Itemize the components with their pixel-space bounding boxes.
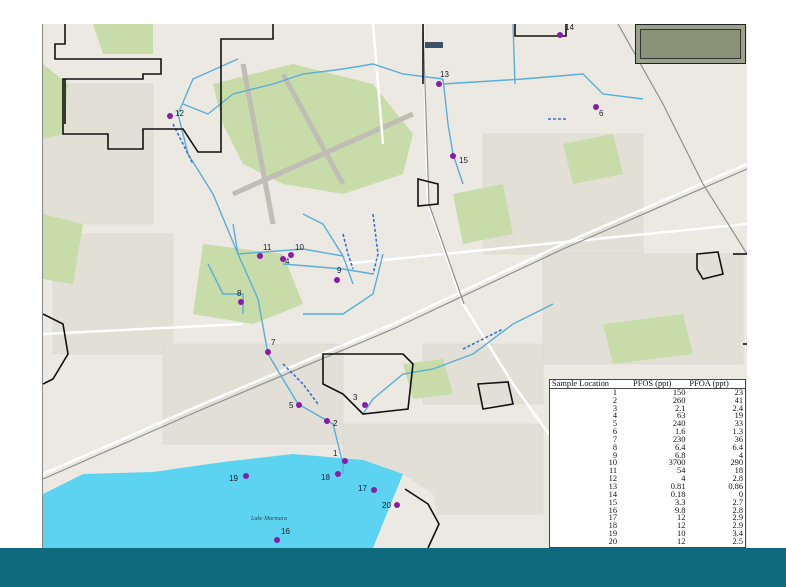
- sample-point-marker[interactable]: [243, 473, 249, 479]
- cell-sample-location: 18: [608, 521, 618, 531]
- cell-sample-location: 14: [608, 489, 618, 499]
- cell-sample-location: 19: [608, 529, 618, 539]
- cell-pfoa: 0.86: [728, 481, 743, 491]
- results-table: Sample Location PFOS (ppt) PFOA (ppt) 11…: [549, 379, 746, 548]
- locator-inset-map: [635, 24, 746, 64]
- sample-point-label: 16: [281, 527, 290, 536]
- header-sample-location: Sample Location: [550, 379, 632, 389]
- table-row: 5 240 33: [550, 420, 745, 428]
- sample-point-marker[interactable]: [324, 418, 330, 424]
- table-row: 1 150 23: [550, 387, 745, 397]
- sample-point-marker[interactable]: [257, 253, 263, 259]
- sample-point-marker[interactable]: [394, 502, 400, 508]
- table-row: 2 260 41: [550, 395, 745, 405]
- table-row: 13 0.81 0.86: [550, 481, 745, 491]
- sample-point-marker[interactable]: [362, 402, 368, 408]
- sample-point-marker[interactable]: [436, 81, 442, 87]
- results-table-header-row: Sample Location PFOS (ppt) PFOA (ppt): [550, 379, 745, 389]
- table-row: 12 4 2.8: [550, 475, 745, 483]
- cell-sample-location: 3: [612, 403, 618, 413]
- sample-point-marker[interactable]: [265, 349, 271, 355]
- cell-sample-location: 10: [608, 458, 618, 468]
- cell-pfos: 54: [677, 466, 686, 476]
- sample-point-marker[interactable]: [274, 537, 280, 543]
- sample-point-marker[interactable]: [450, 153, 456, 159]
- sample-point-label: 4: [285, 257, 290, 266]
- cell-pfoa: 6.4: [732, 442, 743, 452]
- sample-point-marker[interactable]: [557, 32, 563, 38]
- sample-point-marker[interactable]: [371, 487, 377, 493]
- cell-sample-location: 11: [608, 466, 618, 476]
- sample-point-label: 6: [599, 109, 604, 118]
- table-row: 8 6.4 6.4: [550, 442, 745, 452]
- sample-point-label: 13: [440, 70, 449, 79]
- sample-point-label: 8: [237, 289, 242, 298]
- table-row: 7 230 36: [550, 434, 745, 444]
- cell-sample-location: 4: [612, 411, 618, 421]
- cell-sample-location: 20: [608, 536, 618, 546]
- table-row: 16 9.8 2.8: [550, 505, 745, 515]
- sample-point-label: 7: [271, 338, 276, 347]
- cell-sample-location: 7: [612, 434, 618, 444]
- sample-point-label: 10: [295, 243, 304, 252]
- table-row: 9 6.8 4: [550, 450, 745, 460]
- locator-inset-frame: [640, 29, 741, 59]
- sample-point-label: 11: [263, 243, 272, 252]
- table-row: 15 3.3 2.7: [550, 497, 745, 507]
- sample-point-label: 14: [565, 24, 574, 32]
- cell-sample-location: 1: [612, 387, 618, 397]
- sample-point-marker[interactable]: [288, 252, 294, 258]
- sample-point-marker[interactable]: [335, 471, 341, 477]
- sample-point-marker[interactable]: [167, 113, 173, 119]
- sample-point-label: 18: [321, 473, 330, 482]
- cell-sample-location: 15: [608, 497, 618, 507]
- sample-point-label: 2: [333, 419, 338, 428]
- sample-point-label: 3: [353, 393, 358, 402]
- sample-point-label: 1: [333, 449, 338, 458]
- table-row: 3 2.1 2.4: [550, 403, 745, 413]
- sample-point-label: 17: [358, 484, 367, 493]
- table-row: 10 3700 290: [550, 459, 745, 467]
- cell-pfos: 12: [677, 536, 686, 546]
- cell-sample-location: 9: [612, 450, 618, 460]
- cell-sample-location: 16: [608, 505, 618, 515]
- table-row: 6 1.6 1.3: [550, 427, 745, 437]
- sample-point-marker[interactable]: [334, 277, 340, 283]
- sample-point-label: 15: [459, 156, 468, 165]
- sample-point-label: 12: [175, 109, 184, 118]
- sample-point-label: 9: [337, 266, 342, 275]
- table-row: 19 10 3.4: [550, 529, 745, 539]
- cell-sample-location: 17: [608, 513, 618, 523]
- sample-point-marker[interactable]: [342, 458, 348, 464]
- table-row: 17 12 2.9: [550, 514, 745, 522]
- cell-sample-location: 13: [608, 481, 618, 491]
- cell-sample-location: 12: [608, 474, 618, 484]
- footer-bar: [0, 548, 786, 587]
- table-row: 4 63 19: [550, 412, 745, 420]
- table-row: 11 54 18: [550, 467, 745, 475]
- sample-point-marker[interactable]: [238, 299, 244, 305]
- cell-sample-location: 5: [612, 419, 618, 429]
- sample-point-label: 20: [382, 501, 391, 510]
- slide: Lake Marmara 1 2 3 4 5 6 7 8 9 10 11 12 13 14 15 16 17 18…: [0, 0, 786, 587]
- cell-sample-location: 6: [612, 427, 618, 437]
- cell-pfoa: 2.5: [732, 536, 743, 546]
- table-row: 20 12 2.5: [550, 536, 745, 546]
- table-row: 14 0.18 0: [550, 489, 745, 499]
- sample-point-marker[interactable]: [296, 402, 302, 408]
- cell-sample-location: 2: [612, 395, 618, 405]
- sample-point-label: 19: [229, 474, 238, 483]
- cell-sample-location: 8: [612, 442, 618, 452]
- sample-point-label: 5: [289, 401, 294, 410]
- table-row: 18 12 2.9: [550, 522, 745, 530]
